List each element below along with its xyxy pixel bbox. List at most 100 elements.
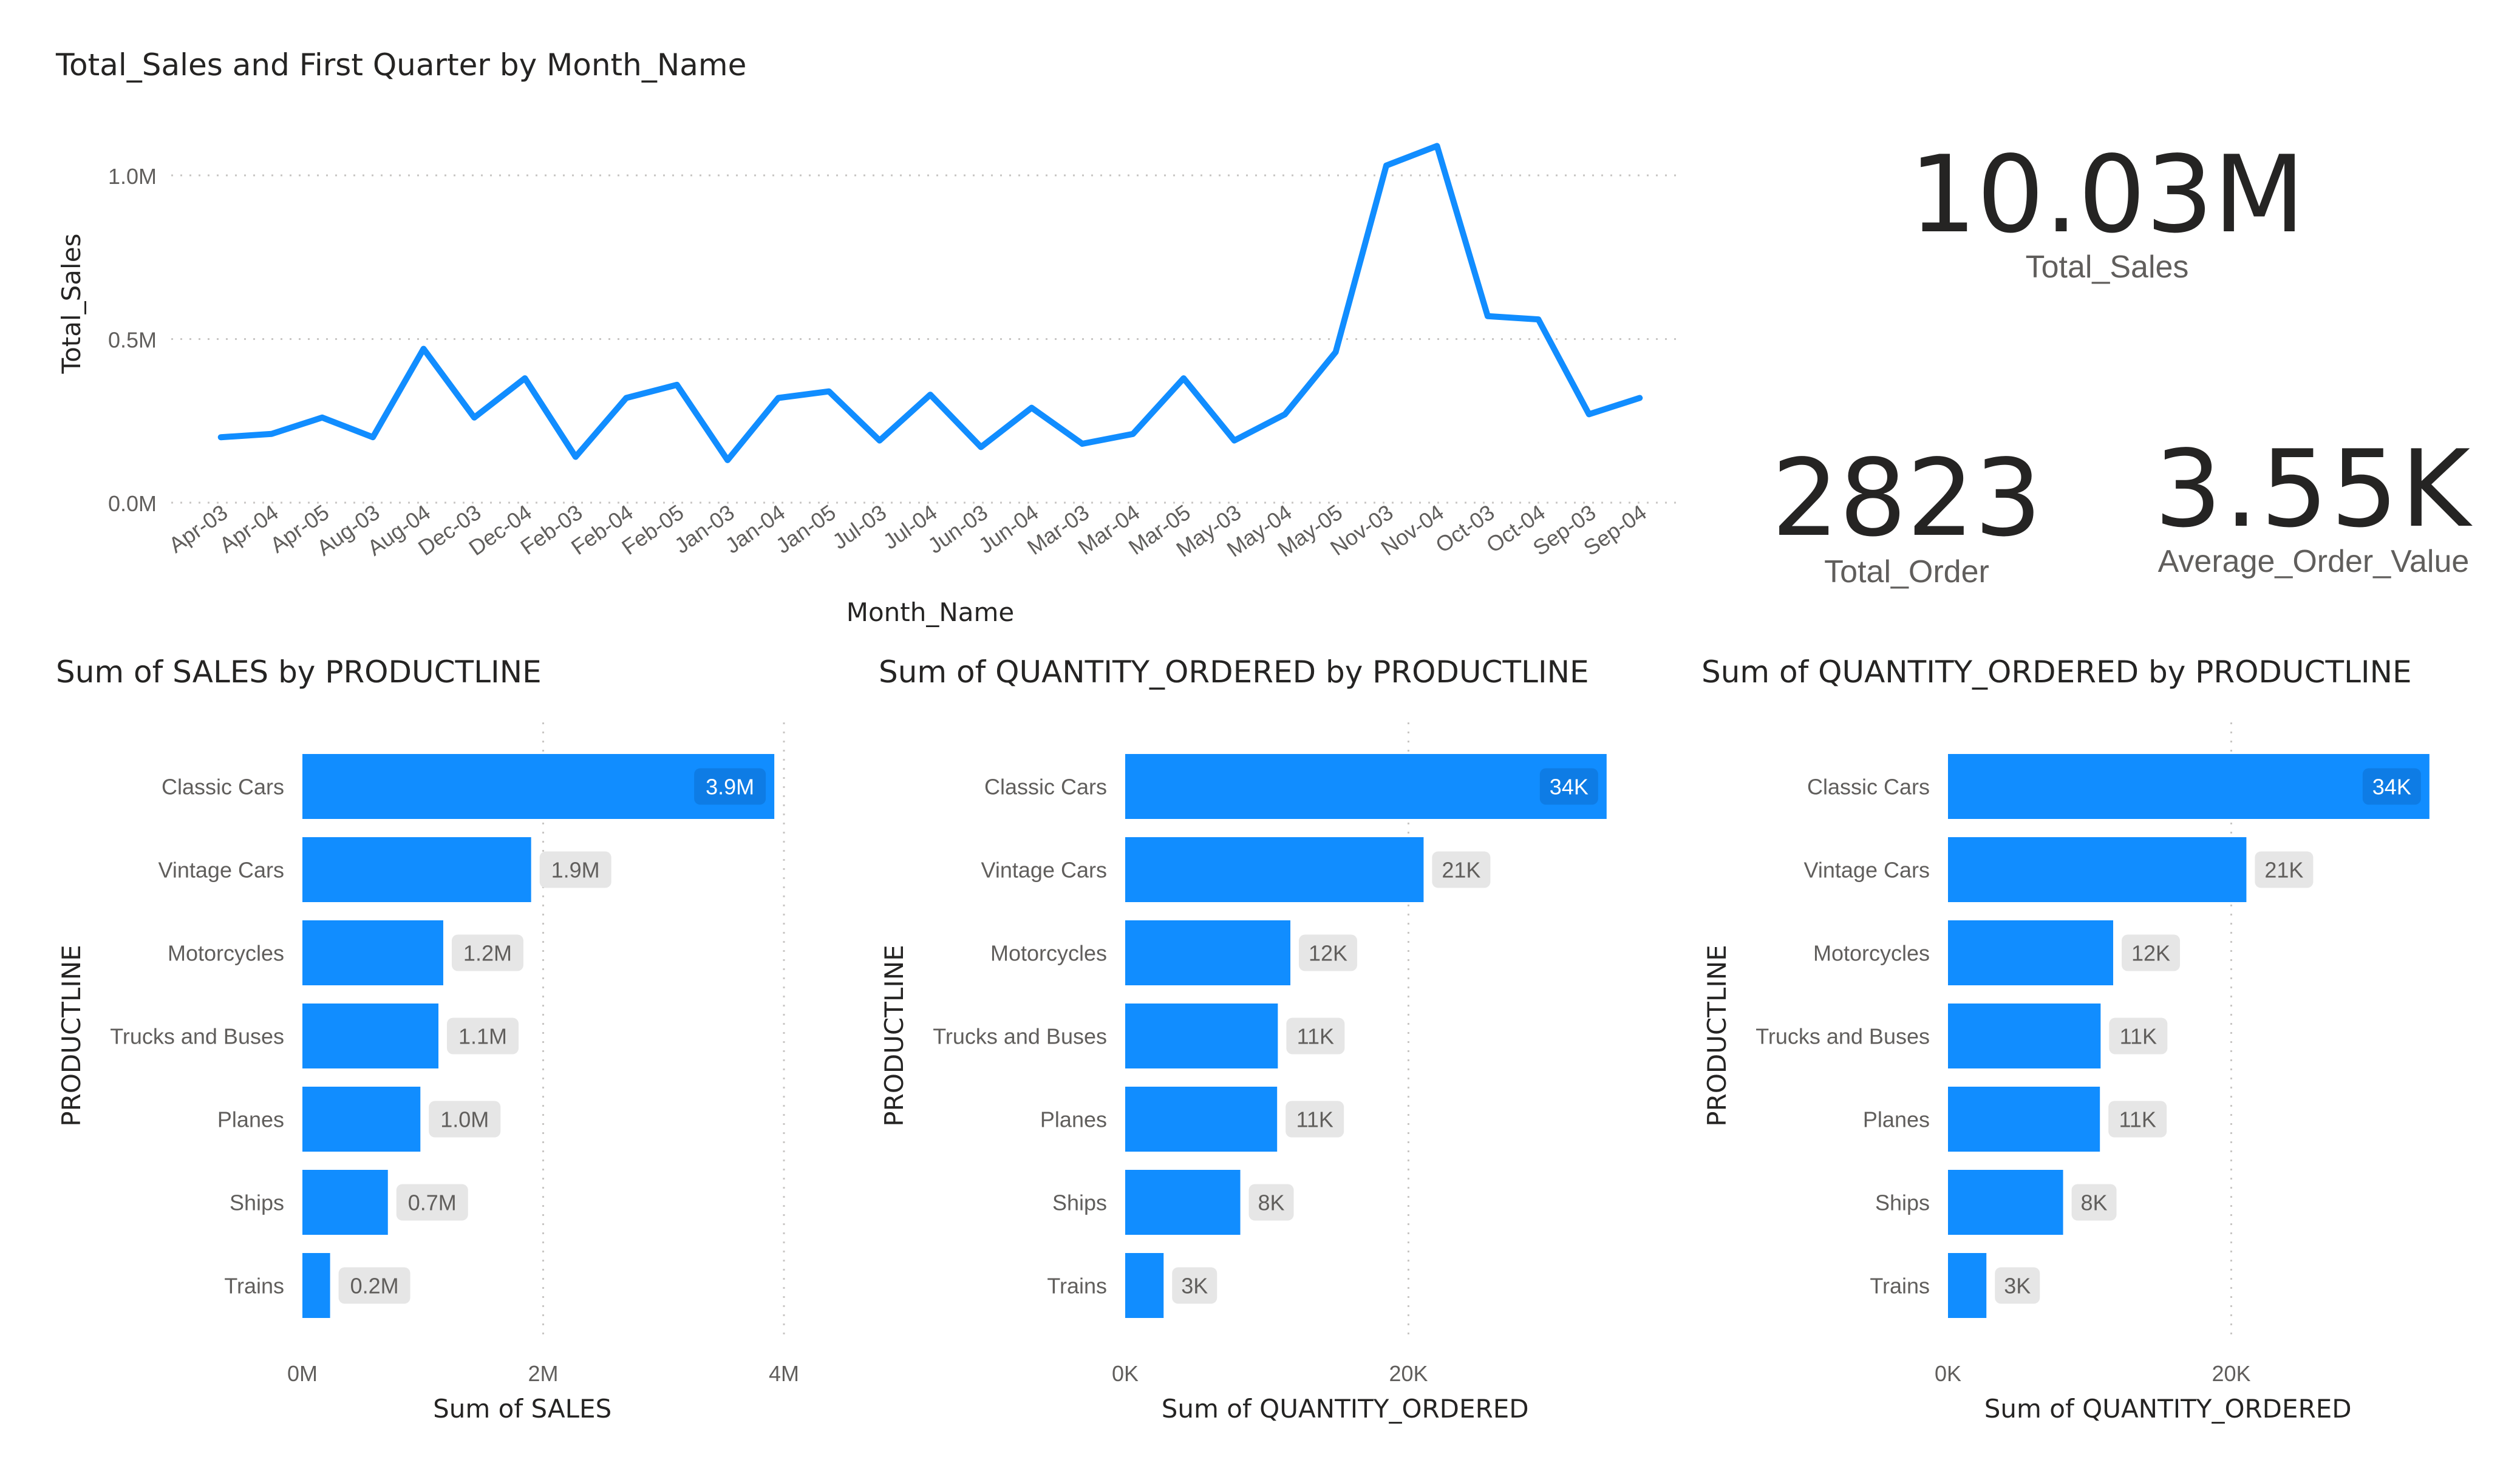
kpi-total-order-card: 2823 Total_Order xyxy=(1688,425,2125,607)
kpi-total-order-label: Total_Order xyxy=(1824,554,1989,589)
bar-chart-sales-panel: Sum of SALES by PRODUCTLINE 0M 2M 4M Classi… xyxy=(0,644,838,1457)
bar-chart-data-label: 1.0M xyxy=(440,1107,489,1132)
bar-chart-data-label: 11K xyxy=(1297,1024,1334,1049)
bar-chart-bar xyxy=(1125,1253,1164,1318)
kpi-total-order-value: 2823 xyxy=(1771,437,2042,560)
bar-chart-bar xyxy=(302,1170,388,1235)
line-chart-x-tick-label: Oct-03 xyxy=(1431,500,1499,558)
bar-chart-bar xyxy=(302,837,531,902)
bar-chart-bar xyxy=(1125,1170,1241,1235)
bar-chart-data-label: 12K xyxy=(1309,941,1347,966)
bar-chart-bar xyxy=(1948,1004,2101,1068)
line-chart-x-tick-label: Jan-05 xyxy=(771,500,840,559)
bar-chart-x-tick-label: 20K xyxy=(2212,1361,2250,1386)
bar-chart-quantity-1: 0K 20K Classic Cars 34K Vintage Cars 21K Motor… xyxy=(879,722,1607,1424)
bar-chart-data-label: 3.9M xyxy=(706,775,754,800)
bar-chart-category-label: Classic Cars xyxy=(984,775,1107,800)
bar-chart-category-label: Motorcycles xyxy=(168,941,284,966)
kpi-avg-order-card: 3.55K Average_Order_Value xyxy=(2095,419,2520,601)
bar-chart-data-label: 34K xyxy=(1550,775,1589,800)
line-chart-y-tick-label: 1.0M xyxy=(108,164,157,189)
bar-chart-category-label: Trains xyxy=(1047,1274,1107,1299)
bar-chart-data-label: 0.2M xyxy=(350,1274,399,1299)
line-chart-x-tick-label: Apr-04 xyxy=(215,500,283,558)
bar-chart-category-label: Ships xyxy=(230,1190,284,1215)
line-chart-y-axis-title: Total_Sales xyxy=(56,234,86,375)
bar-chart-bar xyxy=(1125,920,1291,985)
line-chart-x-tick-label: Apr-03 xyxy=(164,500,232,558)
bar-chart-x-axis-title: Sum of QUANTITY_ORDERED xyxy=(1162,1394,1529,1424)
bar-chart-x-tick-label: 0K xyxy=(1112,1361,1139,1386)
bar-chart-category-label: Classic Cars xyxy=(162,775,284,800)
bar-chart-y-axis-title: PRODUCTLINE xyxy=(56,945,86,1126)
bar-chart-bar xyxy=(302,920,443,985)
bar-chart-y-axis-title: PRODUCTLINE xyxy=(879,945,909,1126)
bar-chart-quantity-2: 0K 20K Classic Cars 34K Vintage Cars 21K Motor… xyxy=(1702,722,2430,1424)
kpi-total-sales-value: 10.03M xyxy=(1909,134,2305,257)
bar-chart-bar xyxy=(1948,920,2114,985)
bar-chart-x-axis-title: Sum of QUANTITY_ORDERED xyxy=(1984,1394,2352,1424)
bar-chart-data-label: 11K xyxy=(1296,1107,1333,1132)
bar-chart-data-label: 11K xyxy=(2120,1024,2157,1049)
bar-chart-bar xyxy=(302,1253,330,1318)
kpi-total-sales-card: 10.03M Total_Sales xyxy=(1852,121,2362,304)
bar-chart-data-label: 1.2M xyxy=(463,941,512,966)
bar-chart-category-label: Trucks and Buses xyxy=(933,1024,1107,1049)
bar-chart-bar xyxy=(1125,754,1607,819)
bar-chart-category-label: Vintage Cars xyxy=(158,858,284,883)
bar-chart-y-axis-title: PRODUCTLINE xyxy=(1702,945,1732,1126)
line-chart-series-line xyxy=(217,143,1643,463)
bar-chart-x-axis-title: Sum of SALES xyxy=(433,1394,611,1424)
bar-chart-bar xyxy=(302,1087,421,1152)
line-chart: 0.0M0.5M1.0MApr-03Apr-04Apr-05Aug-03Aug-… xyxy=(56,143,1683,627)
bar-chart-bar xyxy=(1948,837,2247,902)
bar-chart-bar xyxy=(1948,1170,2063,1235)
bar-chart-data-label: 1.1M xyxy=(458,1024,507,1049)
bar-chart-data-label: 11K xyxy=(2119,1107,2156,1132)
bar-chart-x-tick-label: 4M xyxy=(769,1361,799,1386)
bar-chart-quantity-panel-2: Sum of QUANTITY_ORDERED by PRODUCTLINE 0… xyxy=(1646,644,2484,1457)
bar-chart-bar xyxy=(1948,1253,1987,1318)
bar-chart-category-label: Ships xyxy=(1052,1190,1107,1215)
bar-chart-category-label: Planes xyxy=(1040,1107,1107,1132)
bar-chart-category-label: Vintage Cars xyxy=(981,858,1107,883)
bar-chart-bar xyxy=(1125,837,1424,902)
bar-chart-category-label: Planes xyxy=(217,1107,284,1132)
bar-chart-category-label: Motorcycles xyxy=(1813,941,1930,966)
bar-chart-data-label: 0.7M xyxy=(408,1190,457,1215)
bar-chart-category-label: Classic Cars xyxy=(1807,775,1930,800)
bar-chart-data-label: 21K xyxy=(2264,858,2303,883)
kpi-avg-order-label: Average_Order_Value xyxy=(2157,544,2470,579)
bar-chart-data-label: 8K xyxy=(2081,1190,2108,1215)
bar-chart-quantity-panel-1: Sum of QUANTITY_ORDERED by PRODUCTLINE 0… xyxy=(823,644,1661,1457)
bar-chart-category-label: Trains xyxy=(224,1274,284,1299)
bar-chart-data-label: 1.9M xyxy=(551,858,600,883)
bar-chart-bar xyxy=(302,1004,439,1068)
bar-chart-bar xyxy=(1948,1087,2100,1152)
line-chart-y-tick-label: 0.5M xyxy=(108,327,157,352)
kpi-total-sales-label: Total_Sales xyxy=(2025,250,2189,285)
bar-chart-x-tick-label: 0M xyxy=(287,1361,318,1386)
bar-chart-data-label: 21K xyxy=(1442,858,1480,883)
bar-chart-data-label: 3K xyxy=(2004,1274,2031,1299)
kpi-avg-order-value: 3.55K xyxy=(2154,428,2473,551)
bar-chart-data-label: 34K xyxy=(2372,775,2411,800)
bar-chart-data-label: 12K xyxy=(2131,941,2170,966)
line-chart-y-tick-label: 0.0M xyxy=(108,491,157,516)
bar-chart-bar xyxy=(1125,1087,1278,1152)
bar-chart-category-label: Trucks and Buses xyxy=(1755,1024,1930,1049)
bar-chart-bar xyxy=(1125,1004,1278,1068)
line-chart-panel: Total_Sales and First Quarter by Month_N… xyxy=(0,0,1700,644)
bar-chart-category-label: Ships xyxy=(1875,1190,1930,1215)
line-chart-x-axis-title: Month_Name xyxy=(846,597,1015,627)
bar-chart-category-label: Planes xyxy=(1863,1107,1930,1132)
bar-chart-category-label: Motorcycles xyxy=(990,941,1107,966)
bar-chart-data-label: 8K xyxy=(1258,1190,1285,1215)
bar-chart-category-label: Trains xyxy=(1870,1274,1930,1299)
bar-chart-category-label: Vintage Cars xyxy=(1804,858,1930,883)
bar-chart-sales: 0M 2M 4M Classic Cars 3.9M Vintage Cars 1.9M Mo… xyxy=(56,722,799,1424)
bar-chart-data-label: 3K xyxy=(1181,1274,1208,1299)
bar-chart-bar xyxy=(1948,754,2430,819)
bar-chart-x-tick-label: 2M xyxy=(528,1361,558,1386)
line-chart-x-tick-label: Jul-03 xyxy=(828,500,891,554)
